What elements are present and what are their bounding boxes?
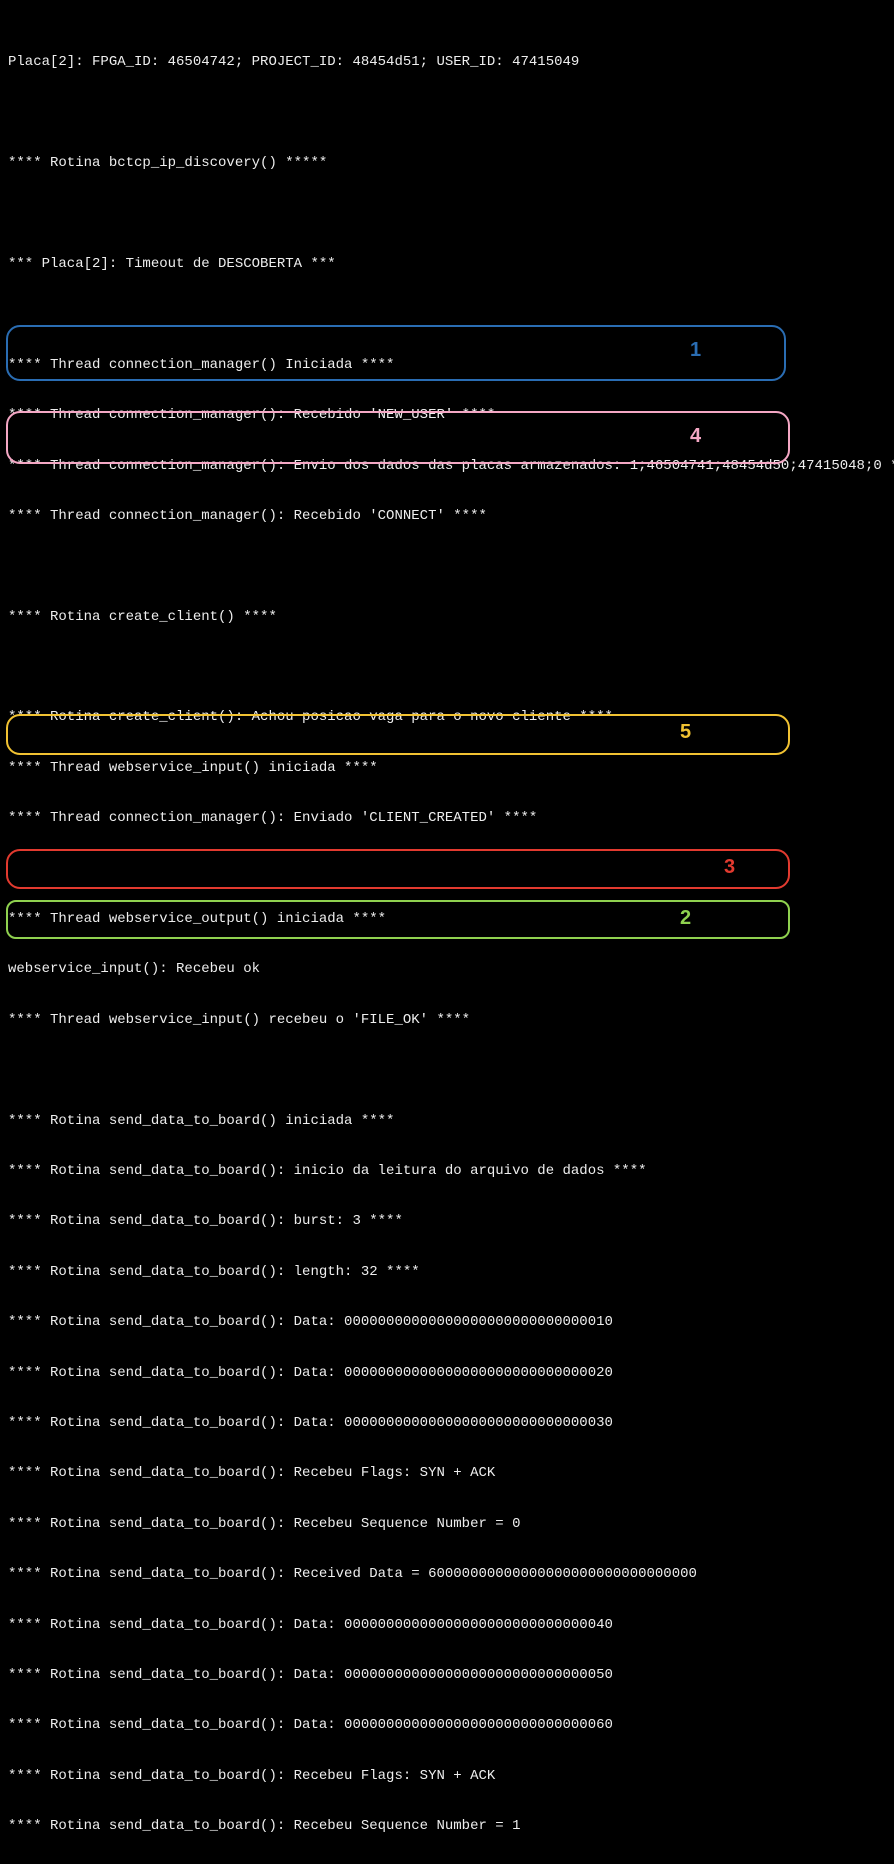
log-line: **** Thread webservice_input() recebeu o… xyxy=(8,1012,886,1029)
log-line: **** Rotina send_data_to_board(): Data: … xyxy=(8,1717,886,1734)
log-line: **** Rotina create_client(): Achou posic… xyxy=(8,709,886,726)
log-line: **** Rotina send_data_to_board(): Data: … xyxy=(8,1617,886,1634)
log-line: **** Rotina send_data_to_board(): Data: … xyxy=(8,1667,886,1684)
log-line: **** Thread webservice_input() iniciada … xyxy=(8,760,886,777)
log-line xyxy=(8,306,886,323)
log-line: **** Thread connection_manager(): Envio … xyxy=(8,458,886,475)
log-line: **** Rotina send_data_to_board(): Recebe… xyxy=(8,1465,886,1482)
log-line: webservice_input(): Recebeu ok xyxy=(8,961,886,978)
log-line xyxy=(8,105,886,122)
log-line: **** Rotina bctcp_ip_discovery() ***** xyxy=(8,155,886,172)
log-line xyxy=(8,1062,886,1079)
log-line: **** Rotina send_data_to_board(): Data: … xyxy=(8,1415,886,1432)
log-line xyxy=(8,206,886,223)
annotation-label-4: 4 xyxy=(690,424,701,448)
log-line: **** Rotina send_data_to_board(): burst:… xyxy=(8,1213,886,1230)
log-line: **** Rotina create_client() **** xyxy=(8,609,886,626)
log-line: Placa[2]: FPGA_ID: 46504742; PROJECT_ID:… xyxy=(8,54,886,71)
log-line: **** Rotina send_data_to_board(): Recebe… xyxy=(8,1516,886,1533)
log-line xyxy=(8,659,886,676)
log-line: **** Rotina send_data_to_board(): Receiv… xyxy=(8,1566,886,1583)
log-line: **** Rotina send_data_to_board(): Data: … xyxy=(8,1314,886,1331)
terminal-output: Placa[2]: FPGA_ID: 46504742; PROJECT_ID:… xyxy=(0,0,894,1864)
log-line: **** Thread webservice_output() iniciada… xyxy=(8,911,886,928)
log-line: **** Rotina send_data_to_board(): Recebe… xyxy=(8,1818,886,1835)
log-line: **** Thread connection_manager(): Recebi… xyxy=(8,407,886,424)
log-line xyxy=(8,861,886,878)
log-line: **** Rotina send_data_to_board() iniciad… xyxy=(8,1113,886,1130)
log-line: *** Placa[2]: Timeout de DESCOBERTA *** xyxy=(8,256,886,273)
log-line: **** Rotina send_data_to_board(): Recebe… xyxy=(8,1768,886,1785)
log-line: **** Rotina send_data_to_board(): inicio… xyxy=(8,1163,886,1180)
log-line: **** Rotina send_data_to_board(): length… xyxy=(8,1264,886,1281)
log-line: **** Rotina send_data_to_board(): Data: … xyxy=(8,1365,886,1382)
log-line: **** Thread connection_manager() Iniciad… xyxy=(8,357,886,374)
log-line: **** Thread connection_manager(): Enviad… xyxy=(8,810,886,827)
log-line: **** Thread connection_manager(): Recebi… xyxy=(8,508,886,525)
log-line xyxy=(8,558,886,575)
